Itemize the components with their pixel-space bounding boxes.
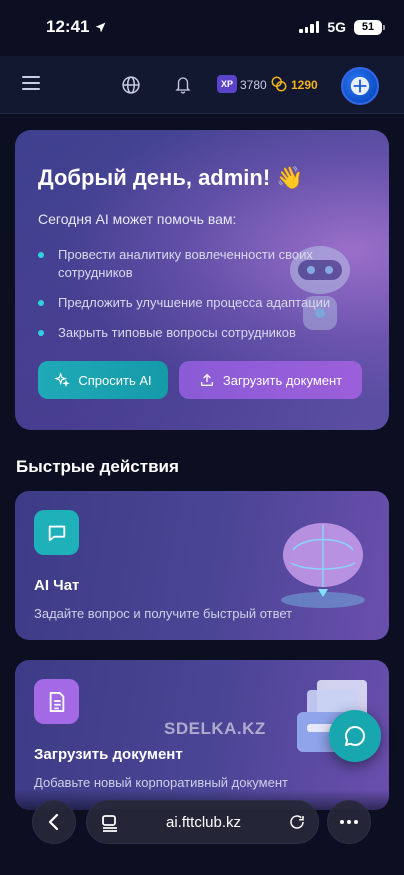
bell-icon[interactable] — [174, 74, 192, 94]
ask-ai-label: Спросить AI — [78, 372, 152, 388]
avatar-logo-icon — [350, 76, 370, 96]
hero-title: Добрый день, admin! 👋 — [38, 165, 304, 190]
more-dots-icon — [340, 820, 358, 824]
list-item: Провести аналитику вовлеченности своих с… — [38, 246, 358, 282]
document-icon — [49, 691, 64, 712]
ai-chat-description: Задайте вопрос и получите быстрый ответ — [34, 606, 293, 621]
url-bar[interactable]: ai.fttclub.kz — [86, 800, 319, 844]
status-indicators: 5G 51 — [299, 19, 385, 35]
sparkles-icon — [54, 372, 71, 388]
hero-card: Добрый день, admin! 👋 Сегодня AI может п… — [15, 130, 389, 430]
coin-icon — [271, 76, 287, 92]
chat-icon-tile — [34, 510, 79, 555]
xp-badge: XP — [217, 75, 237, 93]
hero-subtitle: Сегодня AI может помочь вам: — [38, 211, 237, 227]
network-label: 5G — [327, 19, 346, 35]
signal-icon — [299, 21, 320, 33]
globe-icon[interactable] — [121, 75, 141, 95]
app-header: XP 3780 1290 — [0, 56, 404, 114]
list-item: Предложить улучшение процесса адаптации — [38, 294, 358, 312]
location-arrow-icon — [96, 22, 106, 32]
document-icon-tile — [34, 679, 79, 724]
battery-icon: 51 — [354, 19, 385, 35]
more-button[interactable] — [327, 800, 371, 844]
list-item: Закрыть типовые вопросы сотрудников — [38, 324, 358, 342]
status-time: 12:41 — [46, 17, 107, 37]
back-button[interactable] — [32, 800, 76, 844]
upload-document-description: Добавьте новый корпоративный документ — [34, 775, 288, 790]
ask-ai-button[interactable]: Спросить AI — [38, 361, 168, 399]
ai-chat-card[interactable]: AI Чат Задайте вопрос и получите быстрый… — [15, 491, 389, 640]
chat-bubble-icon — [345, 726, 365, 747]
brain-illustration-icon — [281, 523, 365, 608]
menu-icon[interactable] — [22, 76, 40, 90]
ai-chat-title: AI Чат — [34, 577, 80, 594]
reload-icon[interactable] — [288, 813, 306, 831]
url-text: ai.fttclub.kz — [165, 814, 242, 831]
chevron-left-icon — [48, 813, 59, 831]
quick-actions-title: Быстрые действия — [16, 457, 179, 476]
upload-icon — [200, 373, 213, 386]
coins-value: 1290 — [291, 78, 318, 92]
upload-document-label: Загрузить документ — [222, 372, 343, 388]
watermark: SDELKA.KZ — [164, 719, 266, 738]
chat-fab-button[interactable] — [329, 710, 381, 762]
time-label: 12:41 — [46, 17, 90, 36]
battery-level: 51 — [361, 21, 375, 33]
status-bar: 12:41 5G 51 — [0, 0, 404, 54]
xp-value: 3780 — [240, 78, 267, 92]
chat-icon — [48, 525, 65, 541]
upload-document-button[interactable]: Загрузить документ — [179, 361, 362, 399]
upload-document-title: Загрузить документ — [34, 746, 183, 763]
avatar[interactable] — [341, 67, 379, 105]
hero-list: Провести аналитику вовлеченности своих с… — [38, 246, 358, 354]
